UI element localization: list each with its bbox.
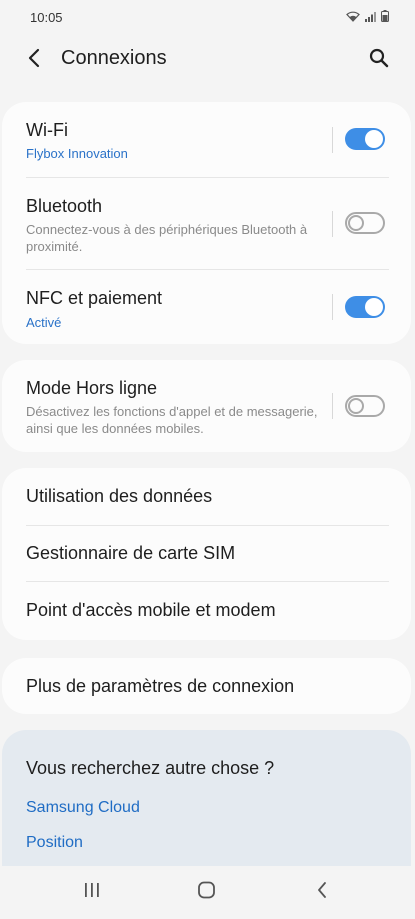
setting-row-more-connection-settings[interactable]: Plus de paramètres de connexion [2,658,411,714]
airplane-card: Mode Hors ligne Désactivez les fonctions… [2,360,411,452]
status-icons [346,9,389,25]
setting-row-hotspot[interactable]: Point d'accès mobile et modem [2,582,411,640]
row-subtitle: Flybox Innovation [26,146,128,161]
setting-row-bluetooth[interactable]: Bluetooth Connectez-vous à des périphéri… [2,178,411,270]
row-title: NFC et paiement [26,288,163,308]
row-title: Plus de paramètres de connexion [26,676,295,696]
app-bar: Connexions [0,34,415,86]
recent-apps-button[interactable] [77,880,107,904]
back-button[interactable] [20,46,48,74]
status-bar: 10:05 [0,0,415,34]
home-button[interactable] [192,880,222,904]
home-icon [197,881,217,904]
nav-back-button[interactable] [307,880,337,904]
back-arrow-icon [27,48,41,73]
recent-apps-icon [83,882,101,903]
row-title: Bluetooth [26,196,103,216]
navigation-bar [0,866,415,919]
row-subtitle: Activé [26,315,62,330]
row-title: Gestionnaire de carte SIM [26,543,236,563]
suggestion-link-samsung-cloud[interactable]: Samsung Cloud [26,799,140,817]
wifi-icon [346,10,360,25]
signal-icon [365,10,376,25]
airplane-mode-toggle[interactable] [345,395,385,417]
wifi-toggle[interactable] [345,128,385,150]
divider-vertical [332,127,333,153]
setting-row-data-usage[interactable]: Utilisation des données [2,468,411,525]
search-icon [369,48,389,73]
connections-card: Wi-Fi Flybox Innovation Bluetooth Connec… [2,102,411,344]
setting-row-airplane-mode[interactable]: Mode Hors ligne Désactivez les fonctions… [2,360,411,452]
nav-back-icon [316,881,328,904]
more-settings-card: Plus de paramètres de connexion [2,658,411,714]
setting-row-wifi[interactable]: Wi-Fi Flybox Innovation [2,102,411,178]
setting-row-sim-manager[interactable]: Gestionnaire de carte SIM [2,526,411,582]
bluetooth-toggle[interactable] [345,212,385,234]
suggestions-title: Vous recherchez autre chose ? [26,758,275,778]
suggestions-card: Vous recherchez autre chose ? Samsung Cl… [2,730,411,866]
row-subtitle: Désactivez les fonctions d'appel et de m… [26,404,318,436]
divider-vertical [332,211,333,237]
row-title: Utilisation des données [26,486,213,506]
nfc-toggle[interactable] [345,296,385,318]
row-title: Wi-Fi [26,120,68,140]
suggestion-link-position[interactable]: Position [26,834,83,852]
setting-row-nfc[interactable]: NFC et paiement Activé [2,270,411,344]
status-time: 10:05 [30,9,63,25]
row-title: Point d'accès mobile et modem [26,600,276,620]
data-card: Utilisation des données Gestionnaire de … [2,468,411,640]
row-subtitle: Connectez-vous à des périphériques Bluet… [26,222,308,254]
search-button[interactable] [365,46,393,74]
battery-icon [381,9,389,25]
page-title: Connexions [61,47,167,69]
divider-vertical [332,294,333,320]
divider-vertical [332,393,333,419]
row-title: Mode Hors ligne [26,378,158,398]
